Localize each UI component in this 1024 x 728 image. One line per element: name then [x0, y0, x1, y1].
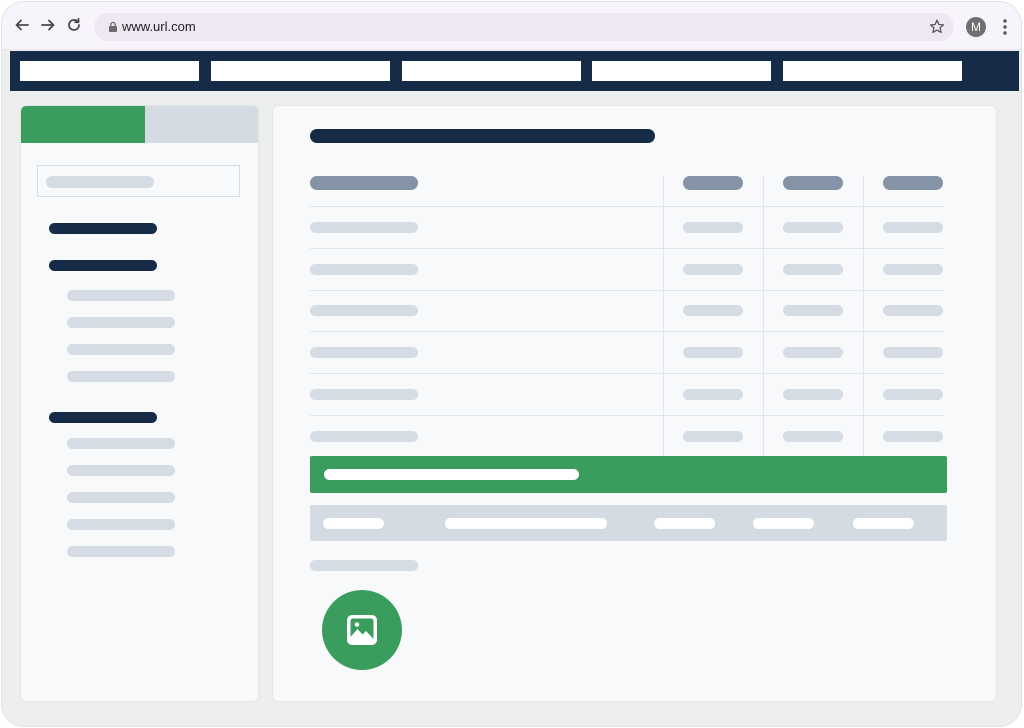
table-cell [310, 389, 418, 400]
image-icon [347, 615, 377, 645]
sidebar-section-heading[interactable] [49, 412, 157, 423]
sidebar-subitem[interactable] [67, 519, 175, 530]
table-cell [783, 347, 843, 358]
table-cell [783, 305, 843, 316]
lock-icon [109, 21, 117, 32]
forward-arrow-icon[interactable] [38, 15, 58, 35]
table-cell [683, 222, 743, 233]
table-cell [883, 389, 943, 400]
table-cell [783, 222, 843, 233]
sidebar-subitem[interactable] [67, 546, 175, 557]
main-content [272, 105, 997, 702]
summary-cell [445, 518, 607, 529]
browser-toolbar: www.url.com M [2, 2, 1021, 50]
row-divider [310, 248, 944, 249]
sidebar-section-heading[interactable] [49, 260, 157, 271]
row-divider [310, 373, 944, 374]
column-header[interactable] [310, 176, 418, 190]
table-cell [683, 347, 743, 358]
sidebar-subitem[interactable] [67, 344, 175, 355]
image-button[interactable] [322, 590, 402, 670]
star-icon[interactable] [928, 18, 946, 36]
sidebar [20, 105, 259, 702]
profile-avatar[interactable]: M [966, 17, 986, 37]
row-divider [310, 415, 944, 416]
table-cell [883, 264, 943, 275]
row-divider [310, 206, 944, 207]
table-cell [310, 347, 418, 358]
table-cell [310, 222, 418, 233]
sidebar-subitem[interactable] [67, 371, 175, 382]
site-top-nav [10, 51, 1019, 91]
sidebar-subitem[interactable] [67, 317, 175, 328]
nav-item[interactable] [592, 61, 771, 81]
row-divider [310, 290, 944, 291]
column-divider [763, 176, 764, 456]
table-cell [683, 305, 743, 316]
nav-item[interactable] [20, 61, 199, 81]
table-cell [783, 389, 843, 400]
nav-item[interactable] [402, 61, 581, 81]
back-arrow-icon[interactable] [12, 15, 32, 35]
column-divider [663, 176, 664, 456]
column-divider [863, 176, 864, 456]
caption-text [310, 560, 418, 571]
table-cell [310, 264, 418, 275]
column-header[interactable] [783, 176, 843, 190]
table-cell [683, 264, 743, 275]
address-bar[interactable]: www.url.com [94, 13, 954, 41]
table-cell [883, 431, 943, 442]
table-cell [883, 305, 943, 316]
reload-icon[interactable] [64, 15, 84, 35]
table-cell [883, 222, 943, 233]
table-cell [883, 347, 943, 358]
summary-cell [753, 518, 814, 529]
more-vert-icon[interactable] [1000, 17, 1010, 37]
table-cell [783, 431, 843, 442]
search-placeholder [46, 176, 154, 188]
table-cell [783, 264, 843, 275]
sidebar-tab-inactive[interactable] [145, 106, 258, 143]
sidebar-subitem[interactable] [67, 290, 175, 301]
nav-item[interactable] [783, 61, 962, 81]
sidebar-subitem[interactable] [67, 438, 175, 449]
sidebar-subitem[interactable] [67, 465, 175, 476]
sidebar-subitem[interactable] [67, 492, 175, 503]
banner-text [324, 469, 579, 480]
table-cell [683, 431, 743, 442]
nav-item[interactable] [211, 61, 390, 81]
table-cell [683, 389, 743, 400]
browser-window: www.url.com M [2, 2, 1021, 726]
sidebar-search-input[interactable] [37, 165, 240, 197]
highlight-banner[interactable] [310, 456, 947, 493]
sidebar-section-heading[interactable] [49, 223, 157, 234]
summary-cell [654, 518, 715, 529]
url-text: www.url.com [122, 19, 196, 34]
summary-row[interactable] [310, 505, 947, 541]
page-title [310, 129, 655, 143]
summary-cell [853, 518, 914, 529]
column-header[interactable] [683, 176, 743, 190]
summary-cell [323, 518, 384, 529]
column-header[interactable] [883, 176, 943, 190]
table-cell [310, 305, 418, 316]
row-divider [310, 331, 944, 332]
sidebar-tab-active[interactable] [21, 106, 145, 143]
table-cell [310, 431, 418, 442]
